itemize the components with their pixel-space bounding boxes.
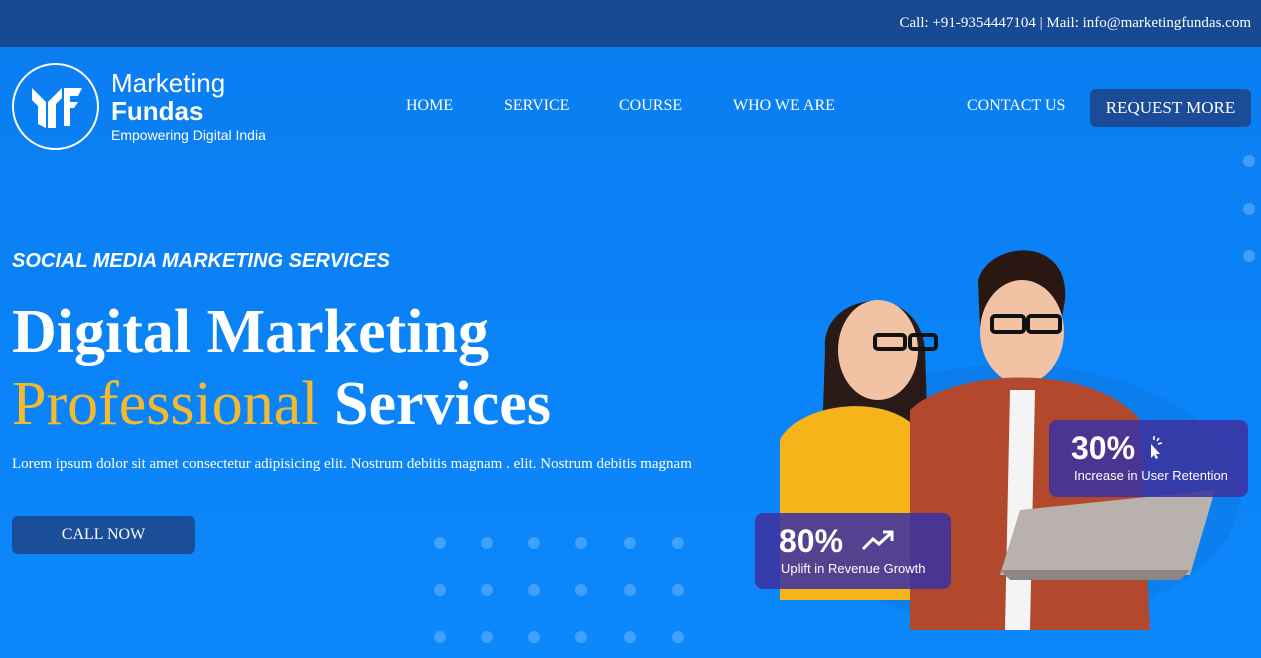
headline-rest: Services (334, 370, 551, 438)
main-nav: HOME SERVICE COURSE WHO WE ARE CONTACT U… (0, 89, 1261, 127)
contact-info: Call: +91-9354447104 | Mail: info@market… (899, 15, 1251, 31)
stat-revenue-label: Uplift in Revenue Growth (781, 561, 926, 576)
site-header: Marketing Fundas Empowering Digital Indi… (0, 47, 1261, 167)
stat-revenue-value: 80% (779, 523, 844, 559)
pointer-click-icon (1151, 436, 1163, 459)
stat-card-retention: 30% Increase in User Retention (1049, 420, 1248, 497)
call-now-button[interactable]: CALL NOW (12, 516, 195, 554)
logo-tagline: Empowering Digital India (111, 127, 266, 143)
hero-description: Lorem ipsum dolor sit amet consectetur a… (12, 456, 692, 472)
request-more-button[interactable]: REQUEST MORE (1090, 89, 1251, 127)
nav-home[interactable]: HOME (406, 97, 453, 115)
decorative-dots (430, 534, 690, 646)
trend-up-icon (861, 530, 894, 551)
nav-contact-us[interactable]: CONTACT US (967, 97, 1065, 115)
top-contact-bar: Call: +91-9354447104 | Mail: info@market… (0, 0, 1261, 47)
nav-service[interactable]: SERVICE (504, 97, 569, 115)
hero-eyebrow: SOCIAL MEDIA MARKETING SERVICES (12, 250, 390, 272)
nav-course[interactable]: COURSE (619, 97, 682, 115)
nav-who-we-are[interactable]: WHO WE ARE (733, 97, 835, 115)
stat-retention-value: 30% (1071, 430, 1136, 466)
stat-retention-label: Increase in User Retention (1074, 468, 1228, 483)
headline-line1: Digital Marketing (12, 298, 489, 366)
stat-card-revenue: 80% Uplift in Revenue Growth (755, 513, 951, 589)
headline-accent: Professional (12, 370, 319, 438)
hero-headline: Digital Marketing Professional Services (12, 296, 551, 440)
